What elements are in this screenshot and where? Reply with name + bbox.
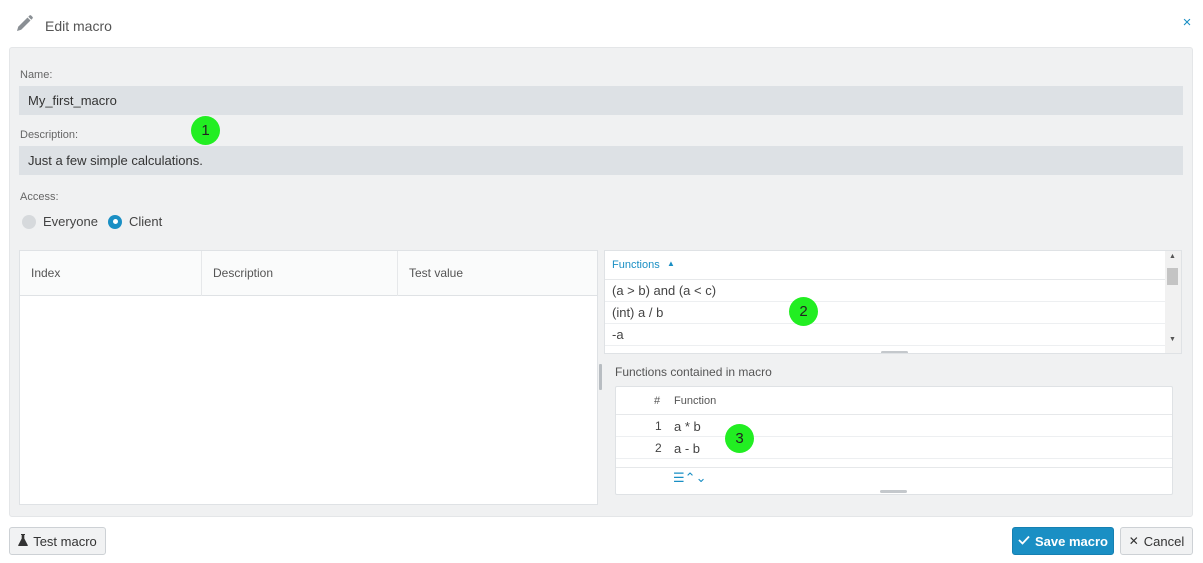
column-header-description[interactable]: Description [202,251,398,296]
save-macro-label: Save macro [1035,533,1108,549]
close-icon[interactable]: × [1180,15,1194,30]
marker-badge: 3 [725,424,754,453]
parameters-table: Index Description Test value [19,250,598,505]
column-header-function: Function [674,395,717,407]
list-item[interactable]: (a > b) and (a < c) [605,280,1166,302]
list-item[interactable]: -a [605,324,1166,346]
move-down-icon[interactable]: ⌄ [696,470,707,485]
sort-ascending-icon[interactable]: ▲ [667,259,675,268]
scroll-down-icon[interactable]: ▼ [1169,336,1176,343]
access-option-label: Everyone [43,214,98,229]
column-header-test-value[interactable]: Test value [398,251,597,296]
row-index: 2 [655,441,662,455]
scroll-up-icon[interactable]: ▲ [1169,253,1176,260]
resize-handle[interactable] [881,351,908,353]
access-label: Access: [20,191,59,203]
description-field[interactable] [19,146,1183,175]
splitter-handle[interactable] [599,364,602,390]
contained-functions-label: Functions contained in macro [615,365,772,379]
row-toolbar: ☰⌃⌄ [616,467,1172,489]
test-macro-label: Test macro [33,533,97,549]
functions-header-label[interactable]: Functions [612,259,660,271]
menu-icon[interactable]: ☰ [673,470,685,485]
functions-list-header[interactable]: Functions ▲ [605,251,1166,280]
parameters-table-header: Index Description Test value [20,251,597,296]
move-up-icon[interactable]: ⌃ [685,470,696,485]
dialog-title: Edit macro [45,18,112,34]
marker-badge: 2 [789,297,818,326]
row-function: a - b [674,441,701,456]
list-item[interactable]: (int) a / b [605,302,1166,324]
access-option-everyone[interactable]: Everyone [22,214,98,229]
resize-handle[interactable] [880,490,907,493]
name-label: Name: [20,69,53,81]
access-option-label: Client [129,214,163,229]
marker-badge: 1 [191,116,220,145]
cancel-button[interactable]: ✕ Cancel [1120,527,1193,555]
radio-unselected-icon[interactable] [22,214,36,229]
row-index: 1 [655,419,662,433]
radio-selected-icon[interactable] [108,214,122,229]
close-icon: ✕ [1128,534,1139,548]
flask-icon [18,533,29,549]
row-function: a * b [674,419,701,434]
contained-functions-table: # Function 1 a * b 2 a - b ☰⌃⌄ [615,386,1173,495]
scrollbar-thumb[interactable] [1167,268,1178,285]
access-option-client[interactable]: Client [108,214,162,229]
table-row[interactable]: 2 a - b [616,437,1172,459]
check-icon [1018,534,1030,548]
save-macro-button[interactable]: Save macro [1012,527,1114,555]
functions-list: Functions ▲ (a > b) and (a < c) (int) a … [604,250,1182,354]
description-label: Description: [20,129,79,141]
table-row[interactable]: 1 a * b [616,415,1172,437]
contained-table-header: # Function [616,387,1172,415]
scrollbar[interactable]: ▲ ▼ [1165,251,1181,353]
pencil-icon [14,14,34,34]
column-header-number: # [654,395,661,407]
name-field[interactable] [19,86,1183,115]
column-header-index[interactable]: Index [20,251,202,296]
test-macro-button[interactable]: Test macro [9,527,106,555]
cancel-label: Cancel [1143,533,1185,549]
